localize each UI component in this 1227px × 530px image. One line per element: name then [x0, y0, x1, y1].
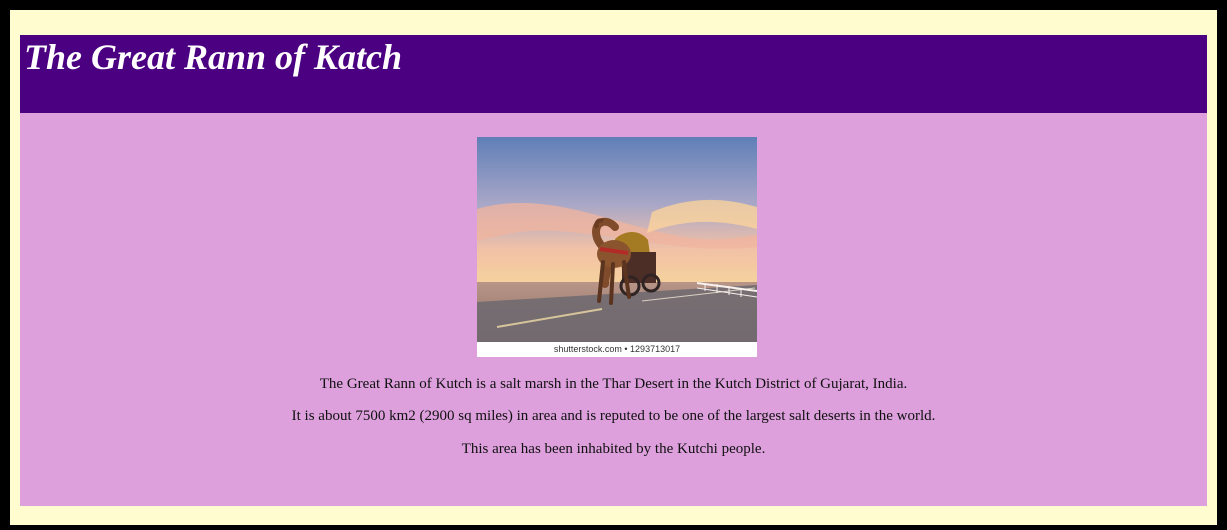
image-watermark: shutterstock.com • 1293713017: [477, 342, 757, 357]
page-header: The Great Rann of Katch: [20, 35, 1207, 113]
page-title: The Great Rann of Katch: [24, 37, 403, 77]
people-paragraph: This area has been inhabited by the Kutc…: [461, 441, 766, 457]
photo-scene: [477, 137, 757, 342]
main-content: shutterstock.com • 1293713017 The Great …: [20, 113, 1207, 506]
page-frame: The Great Rann of Katch shutterstock.com…: [10, 10, 1217, 525]
description-paragraph: The Great Rann of Kutch is a salt marsh …: [319, 376, 908, 392]
area-paragraph: It is about 7500 km2 (2900 sq miles) in …: [291, 408, 936, 424]
camel-cart-photo: shutterstock.com • 1293713017: [477, 137, 757, 357]
